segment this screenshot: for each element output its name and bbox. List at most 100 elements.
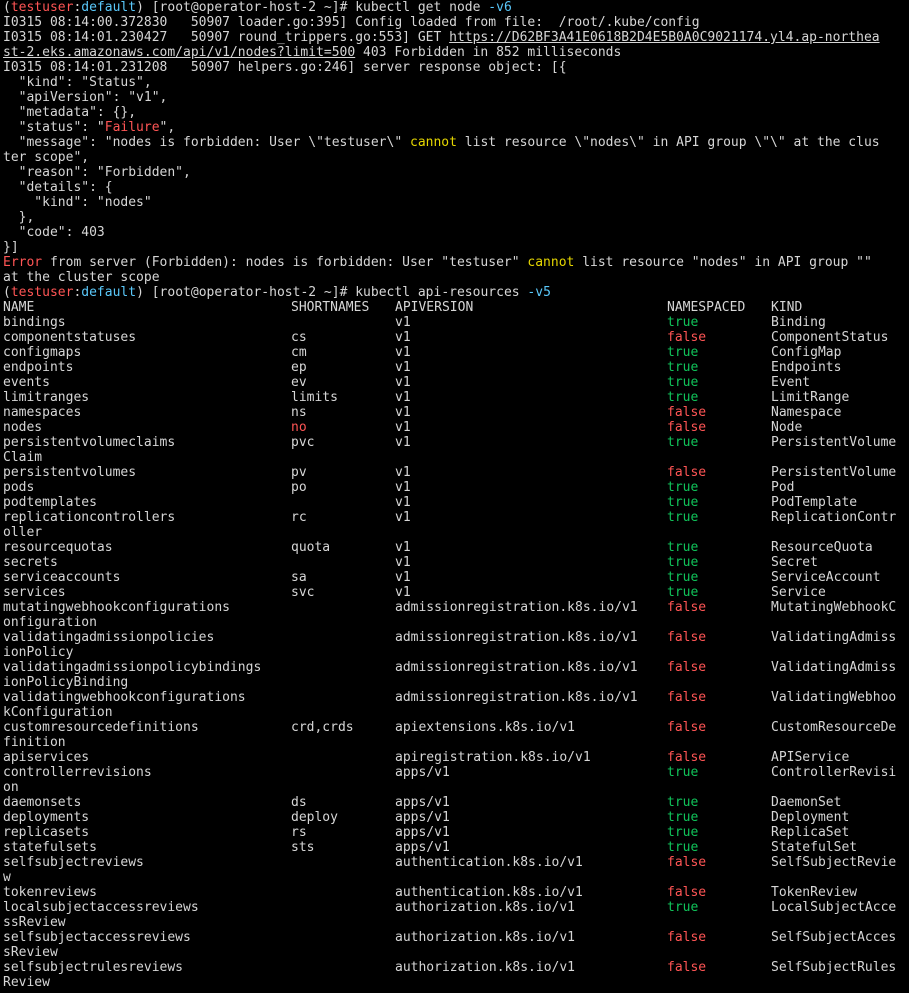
cell-kind: StatefulSet <box>771 840 858 855</box>
cell-namespaced: false <box>667 600 707 615</box>
cell-namespaced: true <box>667 795 699 810</box>
cell-shortnames: ep <box>291 360 307 375</box>
cell-kind: SelfSubjectAcces <box>771 930 897 945</box>
cell-name: localsubjectaccessreviews <box>3 900 199 915</box>
table-row: componentstatuses cs v1 false ComponentStatu… <box>3 330 909 345</box>
table-row: namespaces ns v1 false Namespace <box>3 405 909 420</box>
cell-apiversion: v1 <box>395 315 411 330</box>
cell-name: validatingadmissionpolicies <box>3 630 215 645</box>
cell-name: namespaces <box>3 405 82 420</box>
table-row-wrap: sReview <box>3 945 909 960</box>
table-row: configmaps cm v1 true ConfigMap <box>3 345 909 360</box>
cell-name: kConfiguration <box>3 705 113 720</box>
cell-name: podtemplates <box>3 495 97 510</box>
cell-kind: APIService <box>771 750 850 765</box>
table-header: NAME SHORTNAMES APIVERSION NAMESPACED KI… <box>3 300 909 315</box>
table-row-wrap: kConfiguration <box>3 705 909 720</box>
cell-name: limitranges <box>3 390 90 405</box>
cell-name: replicationcontrollers <box>3 510 176 525</box>
cell-apiversion: v1 <box>395 375 411 390</box>
cell-shortnames: sts <box>291 840 315 855</box>
cell-shortnames: quota <box>291 540 331 555</box>
cell-namespaced: true <box>667 810 699 825</box>
cell-kind: PersistentVolume <box>771 465 897 480</box>
cell-namespaced: false <box>667 690 707 705</box>
cell-kind: Pod <box>771 480 795 495</box>
cell-namespaced: true <box>667 510 699 525</box>
api-url-link[interactable]: https://D62BF3A41E0618B2D4E5B0A0C9021174… <box>449 30 879 45</box>
cell-apiversion: apps/v1 <box>395 810 450 825</box>
cell-name: statefulsets <box>3 840 97 855</box>
cell-namespaced: true <box>667 390 699 405</box>
cell-kind: LimitRange <box>771 390 850 405</box>
cell-apiversion: v1 <box>395 465 411 480</box>
cell-namespaced: false <box>667 960 707 975</box>
log-line: I0315 08:14:01.231208 50907 helpers.go:2… <box>3 60 567 75</box>
error-line: Error from server (Forbidden): nodes is … <box>3 255 872 270</box>
header-namespaced: NAMESPACED <box>667 300 746 315</box>
cell-namespaced: true <box>667 900 699 915</box>
cell-namespaced: true <box>667 540 699 555</box>
table-row: services svc v1 true Service <box>3 585 909 600</box>
cell-kind: CustomResourceDe <box>771 720 897 735</box>
cell-kind: Deployment <box>771 810 850 825</box>
table-row: pods po v1 true Pod <box>3 480 909 495</box>
table-row: nodes no v1 false Node <box>3 420 909 435</box>
prompt-line: (testuser:default) [root@operator-host-2… <box>3 285 551 300</box>
cell-apiversion: admissionregistration.k8s.io/v1 <box>395 600 638 615</box>
cell-shortnames: pv <box>291 465 307 480</box>
cell-apiversion: apps/v1 <box>395 825 450 840</box>
cell-shortnames: ev <box>291 375 307 390</box>
cell-namespaced: true <box>667 315 699 330</box>
cell-kind: MutatingWebhookC <box>771 600 897 615</box>
table-row: localsubjectaccessreviews authorization.k… <box>3 900 909 915</box>
cell-kind: PodTemplate <box>771 495 858 510</box>
table-row: selfsubjectaccessreviews authorization.k8… <box>3 930 909 945</box>
cell-namespaced: false <box>667 855 707 870</box>
cell-kind: ReplicaSet <box>771 825 850 840</box>
cell-name: ionPolicyBinding <box>3 675 129 690</box>
cell-kind: LocalSubjectAcce <box>771 900 897 915</box>
cell-apiversion: v1 <box>395 360 411 375</box>
table-row: serviceaccounts sa v1 true ServiceAccount <box>3 570 909 585</box>
cell-shortnames: crd,crds <box>291 720 354 735</box>
cell-name: validatingadmissionpolicybindings <box>3 660 262 675</box>
json-line: "message": "nodes is forbidden: User \"t… <box>3 135 880 150</box>
cell-name: Claim <box>3 450 43 465</box>
cell-namespaced: true <box>667 555 699 570</box>
header-shortnames: SHORTNAMES <box>291 300 370 315</box>
table-row: bindings v1 true Binding <box>3 315 909 330</box>
cell-name: ionPolicy <box>3 645 74 660</box>
cell-shortnames: cm <box>291 345 307 360</box>
table-row-wrap: on <box>3 780 909 795</box>
terminal-window[interactable]: (testuser:default) [root@operator-host-2… <box>0 0 909 993</box>
log-line: I0315 08:14:01.230427 50907 round_trippe… <box>3 30 880 45</box>
cell-apiversion: authorization.k8s.io/v1 <box>395 960 576 975</box>
cell-name: apiservices <box>3 750 90 765</box>
table-row: controllerrevisions apps/v1 true Controller… <box>3 765 909 780</box>
cell-shortnames: no <box>291 420 307 435</box>
cell-apiversion: apiregistration.k8s.io/v1 <box>395 750 591 765</box>
cell-apiversion: authentication.k8s.io/v1 <box>395 855 583 870</box>
cell-name: w <box>3 870 11 885</box>
cell-name: daemonsets <box>3 795 82 810</box>
cell-shortnames: deploy <box>291 810 338 825</box>
cell-kind: ValidatingAdmiss <box>771 660 897 675</box>
cell-name: controllerrevisions <box>3 765 152 780</box>
table-row-wrap: oller <box>3 525 909 540</box>
api-url-link[interactable]: st-2.eks.amazonaws.com/api/v1/nodes?limi… <box>3 45 355 60</box>
table-row: statefulsets sts apps/v1 true StatefulSet <box>3 840 909 855</box>
json-line: ter scope", <box>3 150 90 165</box>
table-row: resourcequotas quota v1 true ResourceQuota <box>3 540 909 555</box>
cell-apiversion: authentication.k8s.io/v1 <box>395 885 583 900</box>
cell-namespaced: false <box>667 465 707 480</box>
table-row: customresourcedefinitions crd,crds apiexte… <box>3 720 909 735</box>
cell-namespaced: false <box>667 885 707 900</box>
cell-kind: ConfigMap <box>771 345 842 360</box>
table-row: deployments deploy apps/v1 true Deployment <box>3 810 909 825</box>
cell-namespaced: true <box>667 840 699 855</box>
table-row-wrap: ssReview <box>3 915 909 930</box>
table-row: validatingadmissionpolicies admissionregi… <box>3 630 909 645</box>
cell-name: componentstatuses <box>3 330 137 345</box>
header-name: NAME <box>3 300 35 315</box>
